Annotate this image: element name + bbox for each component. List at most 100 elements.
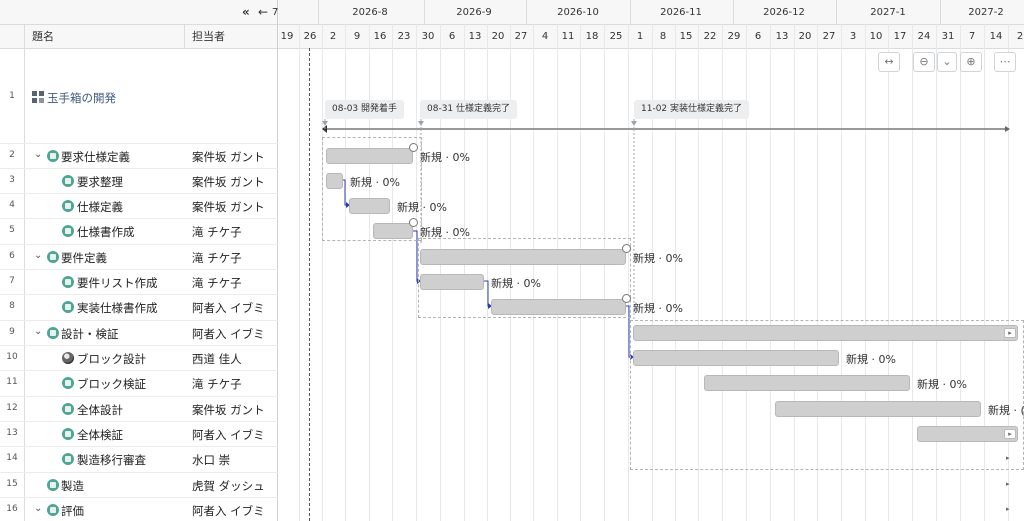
task-bar[interactable] [633, 349, 839, 366]
task-title[interactable]: ブロック検証 [77, 376, 146, 392]
table-row[interactable]: 12 全体設計 案件坂 ガント [0, 396, 277, 421]
task-bar[interactable] [326, 172, 343, 189]
ticket-icon [47, 326, 59, 339]
table-row[interactable]: 10 ブロック設計 西道 佳人 [0, 345, 277, 370]
task-title[interactable]: 仕様定義 [77, 199, 123, 215]
table-row[interactable]: 13 全体検証 阿者入 イブミ [0, 421, 277, 446]
more-menu-button[interactable]: ⋯ [994, 52, 1016, 72]
task-title[interactable]: 要件リスト作成 [77, 275, 158, 291]
column-header-title[interactable]: 題名 [32, 30, 54, 44]
task-title[interactable]: 全体設計 [77, 402, 123, 418]
jump-today-icon[interactable]: ← [258, 5, 268, 19]
expand-chevron-icon[interactable]: ⌄ [34, 149, 42, 160]
ticket-icon [62, 427, 74, 440]
scroll-right-icon[interactable]: ▸ [1006, 505, 1010, 513]
scroll-right-icon[interactable]: ▸ [1004, 327, 1016, 338]
table-row[interactable]: 8 実装仕様書作成 阿者入 イブミ [0, 294, 277, 320]
task-title[interactable]: 要求整理 [77, 174, 123, 190]
today-line [309, 48, 310, 521]
week-gridline [392, 24, 393, 521]
table-row[interactable]: 7 要件リスト作成 滝 チケ子 [0, 269, 277, 294]
table-row[interactable]: 1 玉手箱の開発 [0, 50, 277, 143]
month-label: 2027-1 [870, 7, 906, 18]
task-bar[interactable] [373, 223, 413, 239]
progress-handle[interactable] [409, 218, 418, 227]
expand-chevron-icon[interactable]: ⌄ [34, 326, 42, 337]
assignee-name[interactable]: 滝 チケ子 [192, 224, 242, 240]
zoom-dropdown-button[interactable]: ⌄ [937, 52, 957, 72]
scroll-right-icon[interactable]: ▸ [1006, 480, 1010, 488]
scroll-right-icon[interactable]: ▸ [1004, 428, 1016, 439]
row-number: 9 [9, 326, 15, 337]
week-label: 9 [353, 31, 361, 42]
ticket-icon [62, 377, 74, 389]
task-bar[interactable] [491, 299, 626, 315]
milestone-label[interactable]: 08-03 開発着手 [325, 100, 405, 119]
week-label: 13 [775, 31, 789, 42]
table-row[interactable]: 16 ⌄ 評価 阿者入 イブミ [0, 497, 277, 521]
table-row[interactable]: 11 ブロック検証 滝 チケ子 [0, 370, 277, 396]
bar-status-label: 新規 · 0% [633, 251, 683, 265]
table-row[interactable]: 2 ⌄ 要求仕様定義 案件坂 ガント [0, 143, 277, 168]
table-row[interactable]: 14 製造移行審査 水口 崇 [0, 446, 277, 472]
ticket-icon [47, 149, 59, 162]
task-bar[interactable] [917, 425, 1018, 442]
task-title[interactable]: 実装仕様書作成 [77, 300, 158, 316]
task-title[interactable]: 仕様書作成 [77, 224, 135, 240]
table-row[interactable]: 6 ⌄ 要件定義 滝 チケ子 [0, 244, 277, 269]
assignee-name[interactable]: 阿者入 イブミ [192, 427, 265, 443]
project-title-link[interactable]: 玉手箱の開発 [47, 90, 116, 106]
table-row[interactable]: 5 仕様書作成 滝 チケ子 [0, 218, 277, 244]
week-label: 17 [893, 31, 907, 42]
progress-handle[interactable] [409, 142, 418, 152]
task-title[interactable]: 要求仕様定義 [61, 149, 130, 165]
assignee-name[interactable]: 案件坂 ガント [192, 174, 265, 190]
assignee-name[interactable]: 阿者入 イブミ [192, 326, 265, 342]
week-label: 8 [659, 31, 667, 42]
assignee-name[interactable]: 案件坂 ガント [192, 199, 265, 215]
week-label: 13 [468, 31, 482, 42]
scroll-left-icon[interactable]: « [242, 5, 250, 19]
assignee-name[interactable]: 滝 チケ子 [192, 250, 242, 266]
progress-handle[interactable] [622, 243, 631, 253]
week-gridline [299, 24, 300, 521]
task-bar[interactable] [349, 197, 390, 214]
zoom-out-button[interactable]: ⊖ [913, 52, 935, 72]
table-row[interactable]: 9 ⌄ 設計・検証 阿者入 イブミ [0, 320, 277, 345]
task-title[interactable]: 製造 [61, 478, 84, 494]
column-header-assignee[interactable]: 担当者 [192, 30, 225, 44]
task-bar[interactable] [775, 400, 981, 417]
scroll-right-icon[interactable]: ▸ [1006, 454, 1010, 462]
assignee-name[interactable]: 滝 チケ子 [192, 275, 242, 291]
assignee-name[interactable]: 案件坂 ガント [192, 149, 265, 165]
assignee-name[interactable]: 水口 崇 [192, 452, 230, 468]
assignee-name[interactable]: 滝 チケ子 [192, 376, 242, 392]
task-bar[interactable] [326, 147, 413, 164]
table-row[interactable]: 15 製造 虎賀 ダッシュ [0, 472, 277, 497]
task-bar[interactable] [633, 324, 1018, 341]
task-title[interactable]: ブロック設計 [77, 351, 146, 367]
milestone-label[interactable]: 08-31 仕様定義完了 [420, 100, 518, 119]
ticket-icon [47, 478, 59, 491]
task-title[interactable]: 要件定義 [61, 250, 107, 266]
progress-handle[interactable] [622, 294, 631, 303]
task-bar[interactable] [420, 248, 626, 265]
task-bar[interactable] [420, 273, 484, 290]
task-bar[interactable] [704, 375, 910, 391]
task-title[interactable]: 設計・検証 [61, 326, 119, 342]
table-row[interactable]: 4 仕様定義 案件坂 ガント [0, 193, 277, 218]
milestone-label[interactable]: 11-02 実装仕様定義完了 [634, 100, 750, 119]
zoom-in-button[interactable]: ⊕ [960, 52, 982, 72]
fit-width-button[interactable]: ↔ [878, 52, 900, 72]
assignee-name[interactable]: 虎賀 ダッシュ [192, 478, 265, 494]
task-title[interactable]: 全体検証 [77, 427, 123, 443]
task-title[interactable]: 製造移行審査 [77, 452, 146, 468]
expand-chevron-icon[interactable]: ⌄ [34, 503, 42, 514]
table-row[interactable]: 3 要求整理 案件坂 ガント [0, 168, 277, 193]
assignee-name[interactable]: 阿者入 イブミ [192, 503, 265, 519]
assignee-name[interactable]: 案件坂 ガント [192, 402, 265, 418]
assignee-name[interactable]: 西道 佳人 [192, 351, 242, 367]
expand-chevron-icon[interactable]: ⌄ [34, 250, 42, 261]
task-title[interactable]: 評価 [61, 503, 84, 519]
assignee-name[interactable]: 阿者入 イブミ [192, 300, 265, 316]
